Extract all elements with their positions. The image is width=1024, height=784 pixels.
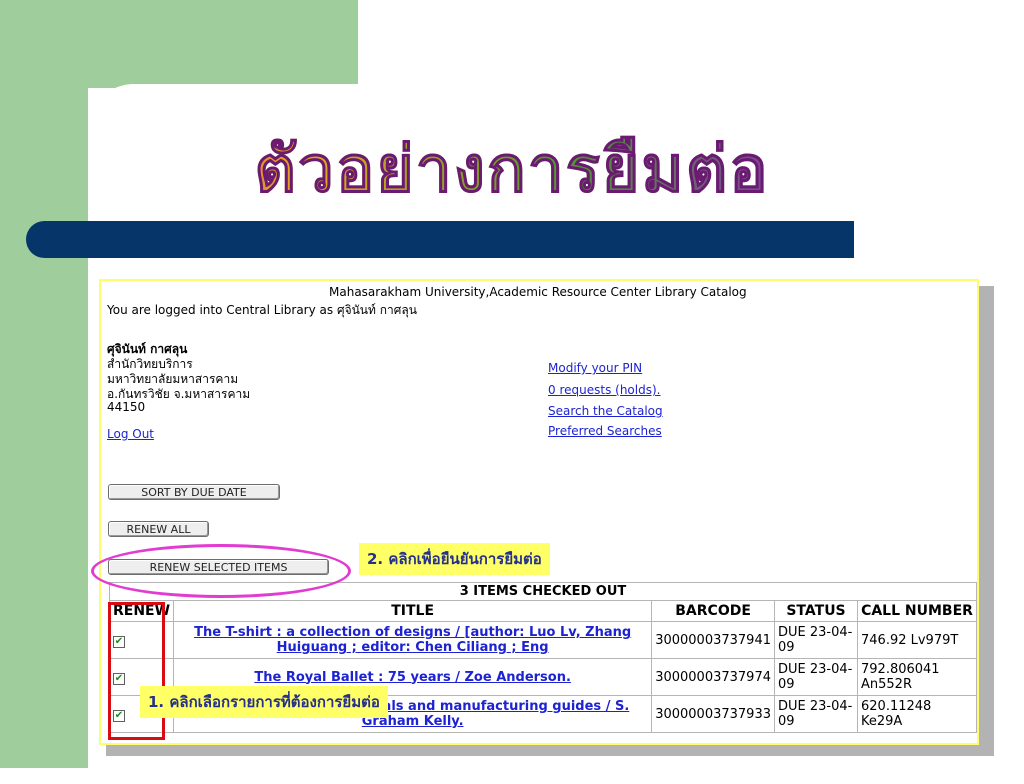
item-title-link[interactable]: The Royal Ballet : 75 years / Zoe Anders… <box>254 670 571 685</box>
barcode-cell: 30000003737974 <box>651 658 775 696</box>
call-number-cell: 792.806041 An552R <box>857 658 977 696</box>
step1-annotation: 1. คลิกเลือกรายการที่ต้องการยืมต่อ <box>140 686 388 718</box>
logout-link[interactable]: Log Out <box>107 427 154 441</box>
login-status: You are logged into Central Library as ศ… <box>107 303 417 317</box>
table-row: ✔ The T-shirt : a collection of designs … <box>108 621 977 659</box>
library-catalog-screenshot: Mahasarakham University,Academic Resourc… <box>99 279 979 745</box>
requests-holds-link[interactable]: 0 requests (holds). <box>548 383 660 397</box>
renew-column-highlight-box <box>108 602 165 740</box>
preferred-searches-link[interactable]: Preferred Searches <box>548 424 662 438</box>
step2-annotation: 2. คลิกเพื่อยืนยันการยืมต่อ <box>359 543 550 575</box>
item-title-link[interactable]: The T-shirt : a collection of designs / … <box>194 625 631 655</box>
call-number-cell: 746.92 Lv979T <box>857 621 977 659</box>
call-number-cell: 620.11248 Ke29A <box>857 695 977 733</box>
sort-by-due-date-button[interactable]: SORT BY DUE DATE <box>108 484 280 500</box>
patron-postcode: 44150 <box>107 400 146 414</box>
status-cell: DUE 23-04-09 <box>774 621 858 659</box>
title-cell: The T-shirt : a collection of designs / … <box>173 621 653 659</box>
green-top-band <box>0 0 358 88</box>
slide-title: ตัวอย่างการยืมต่อ <box>0 118 1024 220</box>
status-cell: DUE 23-04-09 <box>774 695 858 733</box>
renew-selected-highlight-ellipse <box>91 544 351 598</box>
search-catalog-link[interactable]: Search the Catalog <box>548 404 663 418</box>
catalog-header: Mahasarakham University,Academic Resourc… <box>329 285 747 299</box>
renew-all-button[interactable]: RENEW ALL <box>108 521 209 537</box>
column-header-status: STATUS <box>774 600 858 622</box>
column-header-title: TITLE <box>173 600 653 622</box>
modify-pin-link[interactable]: Modify your PIN <box>548 361 642 375</box>
barcode-cell: 30000003737933 <box>651 695 775 733</box>
green-side-band <box>0 0 88 768</box>
column-header-call-number: CALL NUMBER <box>857 600 977 622</box>
column-header-barcode: BARCODE <box>651 600 775 622</box>
status-cell: DUE 23-04-09 <box>774 658 858 696</box>
navy-divider-bar <box>26 221 854 258</box>
barcode-cell: 30000003737941 <box>651 621 775 659</box>
